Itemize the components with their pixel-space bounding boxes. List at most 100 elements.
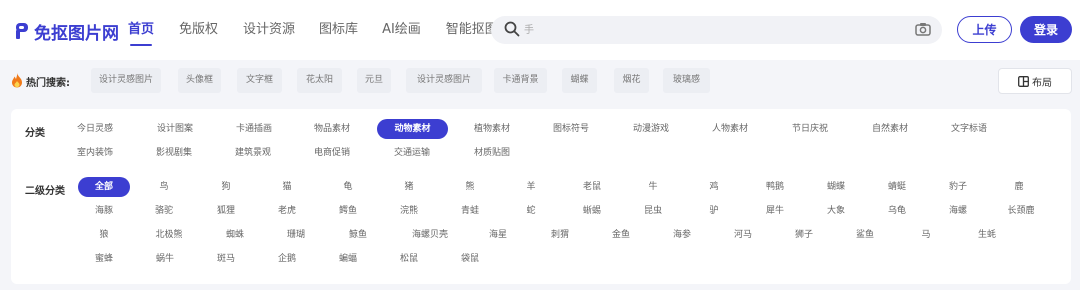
category-item[interactable]: 物品素材: [302, 119, 362, 139]
subcategory-item[interactable]: 蛇: [511, 201, 551, 221]
search-input[interactable]: [524, 20, 904, 40]
category-item[interactable]: 人物素材: [700, 119, 760, 139]
category-item[interactable]: 植物素材: [462, 119, 522, 139]
hot-tag[interactable]: 头像框: [178, 68, 221, 93]
subcategory-item[interactable]: 蝴蝶: [816, 177, 856, 197]
subcategory-item[interactable]: 狼: [84, 225, 124, 245]
subcategory-item[interactable]: 海豚: [84, 201, 124, 221]
subcategory-item-selected[interactable]: 全部: [78, 177, 130, 197]
subcategory-item[interactable]: 蜻蜓: [877, 177, 917, 197]
subcategory-item[interactable]: 生蚝: [967, 225, 1007, 245]
subcategory-item[interactable]: 狮子: [784, 225, 824, 245]
category-item[interactable]: 节日庆祝: [780, 119, 840, 139]
category-item[interactable]: 材质贴图: [462, 143, 522, 163]
subcategory-item[interactable]: 鹿: [999, 177, 1039, 197]
search-icon[interactable]: [504, 21, 520, 37]
subcategory-item[interactable]: 蜥蜴: [572, 201, 612, 221]
subcategory-item[interactable]: 斑马: [206, 249, 246, 269]
subcategory-item[interactable]: 河马: [723, 225, 763, 245]
main-nav: 首页 免版权 设计资源 图标库 AI绘画 智能抠图: [128, 0, 498, 60]
category-item[interactable]: 室内装饰: [65, 143, 125, 163]
nav-ai-painting[interactable]: AI绘画: [382, 0, 421, 60]
upload-button[interactable]: 上传: [957, 16, 1012, 43]
category-item[interactable]: 自然素材: [860, 119, 920, 139]
subcategory-item[interactable]: 乌龟: [877, 201, 917, 221]
subcategory-item[interactable]: 犀牛: [755, 201, 795, 221]
hot-tag[interactable]: 文字框: [237, 68, 282, 93]
category-item[interactable]: 建筑景观: [223, 143, 283, 163]
category-item[interactable]: 卡通插画: [224, 119, 284, 139]
subcategory-item[interactable]: 刺猬: [540, 225, 580, 245]
nav-design-resources[interactable]: 设计资源: [243, 0, 295, 60]
layout-button[interactable]: 布局: [998, 68, 1072, 94]
hot-tag[interactable]: 元旦: [357, 68, 391, 93]
category-item[interactable]: 今日灵感: [65, 119, 125, 139]
nav-home[interactable]: 首页: [128, 0, 154, 60]
subcategory-item[interactable]: 鸟: [144, 177, 184, 197]
category-label: 分类: [25, 128, 45, 139]
subcategory-item[interactable]: 狐狸: [206, 201, 246, 221]
subcategory-item[interactable]: 老鼠: [572, 177, 612, 197]
category-item[interactable]: 动漫游戏: [621, 119, 681, 139]
subcategory-item[interactable]: 海星: [478, 225, 518, 245]
subcategory-item[interactable]: 鲸鱼: [338, 225, 378, 245]
subcategory-item[interactable]: 长颈鹿: [999, 201, 1043, 221]
subcategory-item[interactable]: 金鱼: [601, 225, 641, 245]
hot-tag[interactable]: 卡通背景: [494, 68, 547, 93]
subcategory-item[interactable]: 羊: [511, 177, 551, 197]
subcategory-item[interactable]: 老虎: [267, 201, 307, 221]
subcategory-item[interactable]: 蝙蝠: [328, 249, 368, 269]
subcategory-item[interactable]: 鳄鱼: [328, 201, 368, 221]
subcategory-item[interactable]: 骆驼: [144, 201, 184, 221]
subcategory-item[interactable]: 企鹅: [267, 249, 307, 269]
hot-tag[interactable]: 花太阳: [297, 68, 342, 93]
hot-tag[interactable]: 设计灵感图片: [91, 68, 161, 93]
category-item-selected[interactable]: 动物素材: [377, 119, 448, 139]
category-item[interactable]: 设计图案: [145, 119, 205, 139]
nav-icon-library[interactable]: 图标库: [319, 0, 358, 60]
hot-search-label: 热门搜索:: [26, 78, 70, 89]
subcategory-item[interactable]: 蜗牛: [145, 249, 185, 269]
camera-icon[interactable]: [915, 22, 931, 36]
subcategory-item[interactable]: 熊: [450, 177, 490, 197]
category-item[interactable]: 影视剧集: [144, 143, 204, 163]
subcategory-item[interactable]: 猫: [267, 177, 307, 197]
subcategory-item[interactable]: 猪: [389, 177, 429, 197]
hot-tag[interactable]: 玻璃感: [663, 68, 710, 93]
subcategory-item[interactable]: 浣熊: [389, 201, 429, 221]
hot-tag[interactable]: 蝴蝶: [562, 68, 597, 93]
subcategory-item[interactable]: 青蛙: [450, 201, 490, 221]
subcategory-item[interactable]: 鲨鱼: [845, 225, 885, 245]
hot-tag[interactable]: 烟花: [614, 68, 649, 93]
subcategory-item[interactable]: 蜘蛛: [215, 225, 255, 245]
subcategory-item[interactable]: 袋鼠: [450, 249, 490, 269]
subcategory-item[interactable]: 牛: [633, 177, 673, 197]
subcategory-item[interactable]: 海螺: [938, 201, 978, 221]
subcategory-item[interactable]: 松鼠: [389, 249, 429, 269]
nav-smart-cutout[interactable]: 智能抠图: [446, 0, 498, 60]
subcategory-item[interactable]: 海螺贝壳: [405, 225, 455, 245]
login-button[interactable]: 登录: [1020, 16, 1072, 43]
subcategory-item[interactable]: 狗: [206, 177, 246, 197]
subcategory-item[interactable]: 鸭鹅: [755, 177, 795, 197]
subcategory-item[interactable]: 珊瑚: [276, 225, 316, 245]
category-item[interactable]: 电商促销: [302, 143, 362, 163]
subcategory-item[interactable]: 昆虫: [633, 201, 673, 221]
category-item[interactable]: 文字标语: [939, 119, 999, 139]
site-logo[interactable]: 免抠图片网: [14, 18, 119, 44]
subcategory-item[interactable]: 鸡: [694, 177, 734, 197]
nav-royalty-free[interactable]: 免版权: [179, 0, 218, 60]
subcategory-item[interactable]: 豹子: [938, 177, 978, 197]
subcategory-item[interactable]: 驴: [694, 201, 734, 221]
subcategory-item[interactable]: 北极熊: [149, 225, 189, 245]
subcategory-item[interactable]: 龟: [328, 177, 368, 197]
subcategory-item[interactable]: 海参: [662, 225, 702, 245]
search-bar: [491, 16, 942, 44]
category-item[interactable]: 图标符号: [541, 119, 601, 139]
category-item[interactable]: 交通运输: [382, 143, 442, 163]
subcategory-item[interactable]: 蜜蜂: [84, 249, 124, 269]
subcategory-item[interactable]: 大象: [816, 201, 856, 221]
subcategory-item[interactable]: 马: [906, 225, 946, 245]
hot-tag[interactable]: 设计灵感图片: [406, 68, 482, 93]
fire-icon: [12, 73, 22, 88]
